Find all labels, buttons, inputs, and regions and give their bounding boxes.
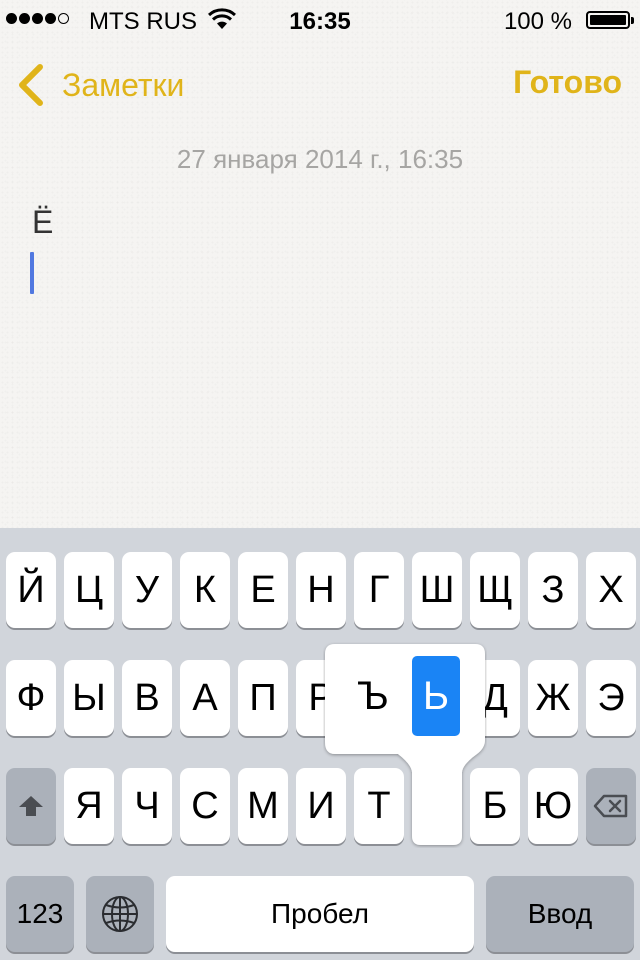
status-time: 16:35 xyxy=(289,8,351,35)
battery-icon xyxy=(586,11,634,29)
delete-key[interactable] xyxy=(586,768,636,844)
back-button[interactable]: Заметки xyxy=(16,60,184,110)
key-row2-1[interactable]: Ф xyxy=(6,660,56,736)
shift-key[interactable] xyxy=(6,768,56,844)
key-row3-8[interactable]: Б xyxy=(470,768,520,844)
key-row3-3[interactable]: С xyxy=(180,768,230,844)
numbers-key[interactable]: 123 xyxy=(6,876,74,952)
key-row3-4[interactable]: М xyxy=(238,768,288,844)
key-row2-5[interactable]: П xyxy=(238,660,288,736)
return-key[interactable]: Ввод xyxy=(486,876,634,952)
popup-option-soft-sign[interactable]: Ь xyxy=(412,656,460,736)
note-body-text[interactable]: Ё xyxy=(32,204,53,241)
key-row2-10[interactable]: Ж xyxy=(528,660,578,736)
key-row2-2[interactable]: Ы xyxy=(64,660,114,736)
key-row3-6[interactable]: Т xyxy=(354,768,404,844)
key-row2-3[interactable]: В xyxy=(122,660,172,736)
globe-icon xyxy=(102,896,138,932)
backspace-icon xyxy=(593,794,628,818)
popup-option-hard-sign[interactable]: Ъ xyxy=(345,656,401,736)
note-date: 27 января 2014 г., 16:35 xyxy=(176,144,464,174)
key-row2-11[interactable]: Э xyxy=(586,660,636,736)
key-row3-2[interactable]: Ч xyxy=(122,768,172,844)
key-row1-6[interactable]: Н xyxy=(296,552,346,628)
shift-arrow-icon xyxy=(19,796,43,816)
key-row1-4[interactable]: К xyxy=(180,552,230,628)
battery-percent: 100 % xyxy=(503,8,572,35)
space-key[interactable]: Пробел xyxy=(166,876,474,952)
key-row2-9[interactable]: Д xyxy=(470,660,520,736)
key-row1-5[interactable]: Е xyxy=(238,552,288,628)
key-row1-10[interactable]: З xyxy=(528,552,578,628)
key-row1-2[interactable]: Ц xyxy=(64,552,114,628)
done-button[interactable]: Готово xyxy=(513,64,622,101)
key-row2-6[interactable]: Р xyxy=(296,660,346,736)
back-button-label: Заметки xyxy=(62,66,185,103)
key-row3-9[interactable]: Ю xyxy=(528,768,578,844)
key-row1-9[interactable]: Щ xyxy=(470,552,520,628)
key-row2-4[interactable]: А xyxy=(180,660,230,736)
chevron-left-icon xyxy=(19,64,43,106)
key-row3-5[interactable]: И xyxy=(296,768,346,844)
text-cursor xyxy=(30,252,34,294)
key-row3-1[interactable]: Я xyxy=(64,768,114,844)
status-bar: MTS RUS 16:35 100 % xyxy=(0,0,640,40)
key-row1-3[interactable]: У xyxy=(122,552,172,628)
key-row1-8[interactable]: Ш xyxy=(412,552,462,628)
key-row1-11[interactable]: Х xyxy=(586,552,636,628)
key-row1-1[interactable]: Й xyxy=(6,552,56,628)
globe-key[interactable] xyxy=(86,876,154,952)
key-row1-7[interactable]: Г xyxy=(354,552,404,628)
